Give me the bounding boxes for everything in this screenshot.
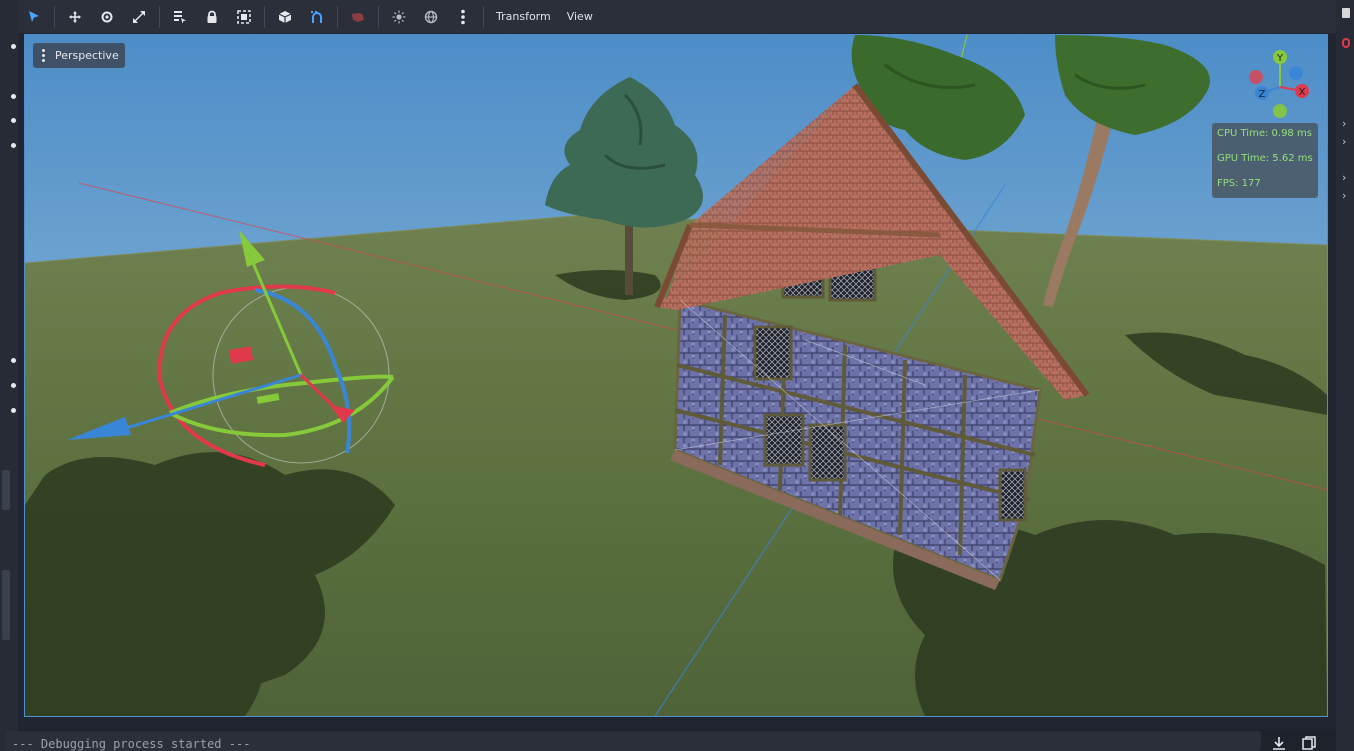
view-axis-gizmo[interactable]: Y X Z	[1240, 47, 1320, 127]
dock-indicator	[11, 143, 16, 148]
dock-indicator	[11, 44, 16, 49]
copy-icon[interactable]	[1300, 735, 1318, 751]
more-options-icon[interactable]	[447, 1, 479, 33]
z-axis-label: Z	[1259, 89, 1266, 100]
kebab-menu-icon	[37, 48, 49, 63]
view-menu[interactable]: View	[559, 10, 601, 23]
environment-icon[interactable]	[415, 1, 447, 33]
group-icon[interactable]	[228, 1, 260, 33]
cpu-time-text: CPU Time: 0.98 ms	[1217, 128, 1312, 139]
chevron-right-icon[interactable]: ›	[1342, 190, 1346, 201]
sun-icon[interactable]	[383, 1, 415, 33]
fps-text: FPS: 177	[1217, 178, 1261, 189]
dock-indicator	[11, 408, 16, 413]
left-dock-strip	[0, 0, 18, 751]
viewport-scene[interactable]	[25, 35, 1327, 716]
move-tool-icon[interactable]	[59, 1, 91, 33]
toolbar-separator	[54, 5, 55, 28]
local-space-icon[interactable]	[269, 1, 301, 33]
dock-tab[interactable]	[1342, 8, 1350, 18]
scene-node-icon[interactable]	[1342, 38, 1350, 48]
dock-indicator	[11, 383, 16, 388]
dock-indicator	[11, 358, 16, 363]
scroll-to-bottom-icon[interactable]	[1270, 735, 1288, 751]
perspective-menu-button[interactable]: Perspective	[33, 43, 125, 68]
select-tool-icon[interactable]	[18, 1, 50, 33]
chevron-right-icon[interactable]: ›	[1342, 118, 1346, 129]
list-select-icon[interactable]	[164, 1, 196, 33]
right-dock-strip: › › › ›	[1336, 0, 1354, 751]
perspective-label: Perspective	[55, 49, 119, 62]
dock-scrollbar[interactable]	[2, 570, 10, 640]
chevron-right-icon[interactable]: ›	[1342, 136, 1346, 147]
gpu-time-text: GPU Time: 5.62 ms	[1217, 153, 1313, 164]
dock-indicator	[11, 118, 16, 123]
toolbar-separator	[378, 5, 379, 28]
3d-viewport[interactable]: Perspective Y X Z CPU Time: 0.98 ms GPU …	[24, 34, 1328, 717]
x-axis-label: X	[1299, 87, 1306, 98]
snap-icon[interactable]	[301, 1, 333, 33]
chevron-right-icon[interactable]: ›	[1342, 172, 1346, 183]
performance-stats-panel: CPU Time: 0.98 ms GPU Time: 5.62 ms FPS:…	[1212, 123, 1318, 198]
toolbar-separator	[337, 5, 338, 28]
output-console-line: --- Debugging process started ---	[6, 731, 1261, 751]
toolbar-separator	[483, 5, 484, 28]
camera-preview-icon[interactable]	[342, 1, 374, 33]
y-axis-label: Y	[1276, 53, 1284, 64]
neg-x-axis-handle[interactable]	[1249, 70, 1263, 84]
toolbar-separator	[264, 5, 265, 28]
dock-indicator	[11, 94, 16, 99]
viewport-toolbar: Transform View	[18, 0, 1336, 33]
scale-tool-icon[interactable]	[123, 1, 155, 33]
transform-menu[interactable]: Transform	[488, 10, 559, 23]
dock-handle[interactable]	[2, 470, 10, 510]
toolbar-separator	[159, 5, 160, 28]
rotate-tool-icon[interactable]	[91, 1, 123, 33]
neg-y-axis-handle[interactable]	[1273, 104, 1287, 118]
lock-icon[interactable]	[196, 1, 228, 33]
neg-z-axis-handle[interactable]	[1289, 66, 1303, 80]
